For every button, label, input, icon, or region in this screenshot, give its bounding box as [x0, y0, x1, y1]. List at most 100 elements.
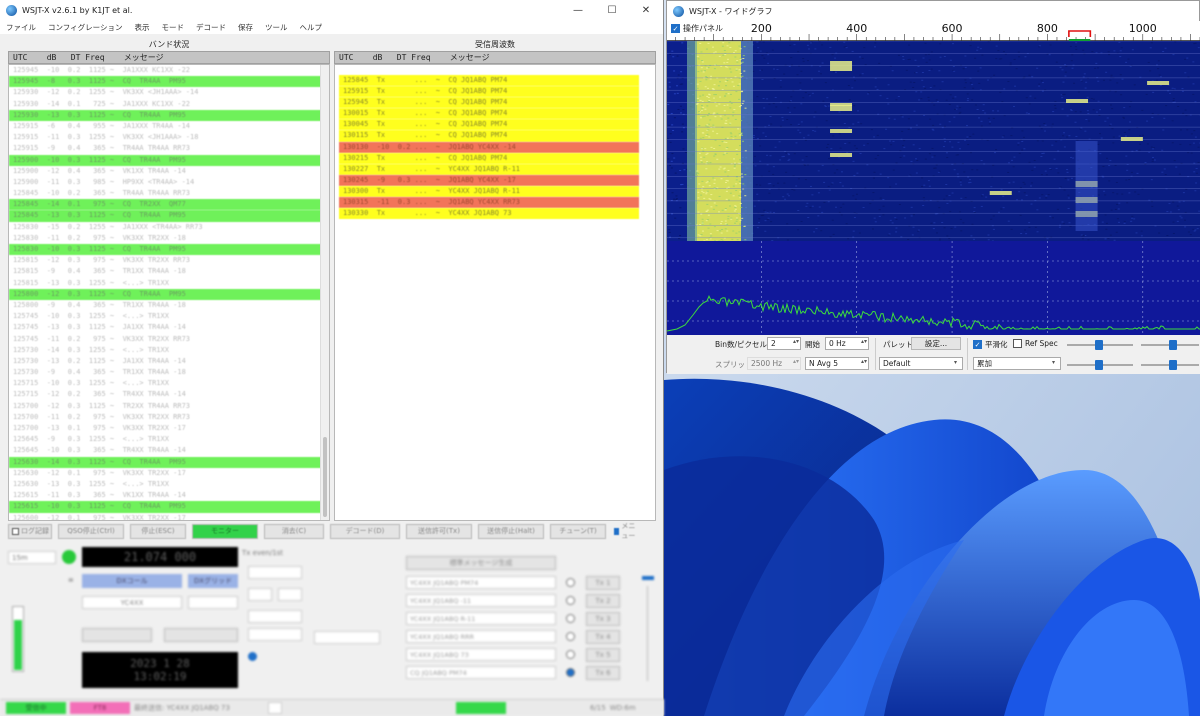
band-activity-row[interactable]: 125900 -11 0.3 985 ~ HP9XX <TR4AA> -14 [9, 177, 329, 188]
decode-button[interactable]: デコード(D) [330, 523, 400, 539]
menu-decode[interactable]: デコード [196, 22, 226, 33]
rx-frequency-row[interactable]: 130300 Tx ... ~ YC4XX JQ1ABQ R-11 [339, 185, 639, 198]
tune-button[interactable]: チューン(T) [550, 523, 606, 539]
tx-even-first-checkbox[interactable]: Tx even/1st [242, 549, 312, 557]
rx-frequency-row[interactable]: 130245 -9 0.3 ... ~ JQ1ABQ YC4XX -17 [339, 174, 639, 186]
rx-frequency-row[interactable]: 130215 Tx ... ~ CQ JQ1ABQ PM74 [339, 152, 639, 164]
palette-dropdown[interactable]: Default [879, 357, 963, 370]
waterfall-display[interactable] [667, 41, 1200, 241]
band-activity-row[interactable]: 125800 -9 0.4 365 ~ TR1XX TR4AA -18 [9, 300, 329, 311]
rx-frequency-list[interactable]: 125845 Tx ... ~ CQ JQ1ABQ PM74 125915 Tx … [334, 64, 656, 521]
band-activity-row[interactable]: 125715 -12 0.2 365 ~ TR4XX TR4AA -14 [9, 389, 329, 400]
band-activity-row[interactable]: 125800 -12 0.3 1125 ~ CQ TR4AA PM95 [9, 288, 329, 300]
band-activity-row[interactable]: 125700 -11 0.2 975 ~ VK3XX TR2XX RR73 [9, 412, 329, 423]
band-activity-row[interactable]: 125945 -8 0.3 1125 ~ CQ TR4AA PM95 [9, 76, 329, 88]
band-activity-row[interactable]: 125730 -9 0.4 365 ~ TR1XX TR4AA -18 [9, 367, 329, 378]
spec-zero-slider-handle[interactable] [1169, 360, 1177, 370]
band-activity-row[interactable]: 125815 -12 0.3 975 ~ VK3XX TR2XX RR73 [9, 255, 329, 266]
lookup-button[interactable] [82, 628, 152, 642]
monitor-button[interactable]: モニター [192, 523, 258, 539]
band-activity-row[interactable]: 125815 -9 0.4 365 ~ TR1XX TR4AA -18 [9, 266, 329, 277]
palette-settings-button[interactable]: 設定... [911, 337, 961, 350]
tx-send-button[interactable]: Tx 4 [586, 630, 620, 644]
tx-select-radio[interactable] [566, 632, 575, 641]
band-activity-row[interactable]: 125615 -11 0.3 365 ~ VK1XX TR4AA -14 [9, 490, 329, 501]
band-activity-row[interactable]: 125845 -13 0.3 1125 ~ CQ TR4AA PM95 [9, 210, 329, 222]
band-activity-row[interactable]: 125830 -15 0.2 1255 ~ JA1XXX <TR4AA> RR7… [9, 222, 329, 233]
rx-frequency-row[interactable]: 125915 Tx ... ~ CQ JQ1ABQ PM74 [339, 86, 639, 98]
band-activity-row[interactable]: 125815 -13 0.3 1255 ~ <...> TR1XX [9, 278, 329, 289]
tx-send-button[interactable]: Tx 6 [586, 666, 620, 680]
tx-message-field[interactable]: YC4XX JQ1ABQ RRR [406, 630, 556, 643]
band-activity-row[interactable]: 125930 -14 0.1 725 ~ JA1XXX KC1XX -22 [9, 99, 329, 110]
band-selector[interactable]: 15m [8, 551, 56, 564]
tx-message-field[interactable]: YC4XX JQ1ABQ 73 [406, 648, 556, 661]
rx-frequency-row[interactable]: 130330 Tx ... ~ YC4XX JQ1ABQ 73 [339, 208, 639, 220]
rx-frequency-row[interactable]: 130115 Tx ... ~ CQ JQ1ABQ PM74 [339, 130, 639, 142]
rx-frequency-row[interactable]: 130045 Tx ... ~ CQ JQ1ABQ PM74 [339, 119, 639, 131]
band-activity-row[interactable]: 125915 -9 0.4 365 ~ TR4AA TR4AA RR73 [9, 143, 329, 154]
band-activity-row[interactable]: 125830 -11 0.2 975 ~ VK3XX TR2XX -18 [9, 233, 329, 244]
band-activity-row[interactable]: 125945 -10 0.2 1125 ~ JA1XXX KC1XX -22 [9, 65, 329, 76]
tx-select-radio[interactable] [566, 596, 575, 605]
menu-mode[interactable]: モード [161, 22, 184, 33]
tx-send-button[interactable]: Tx 5 [586, 648, 620, 662]
rx-frequency-row[interactable]: 130315 -11 0.3 ... ~ JQ1ABQ YC4XX RR73 [339, 197, 639, 209]
stop-button[interactable]: 停止(ESC) [130, 523, 186, 539]
menu-configuration[interactable]: コンフィグレーション [48, 22, 122, 33]
generate-std-msgs-button[interactable]: 標準メッセージ生成 [406, 556, 556, 570]
menu-file[interactable]: ファイル [6, 22, 36, 33]
cq-selector[interactable] [314, 631, 380, 644]
tx-select-radio[interactable] [566, 578, 575, 587]
dx-grid-input[interactable] [188, 596, 238, 609]
band-activity-row[interactable]: 125645 -9 0.3 1255 ~ <...> TR1XX [9, 434, 329, 445]
rx-frequency-row[interactable]: 130227 Tx ... ~ YC4XX JQ1ABQ R-11 [339, 163, 639, 175]
halt-tx-button[interactable]: 送信停止(Halt) [478, 523, 544, 539]
band-activity-row[interactable]: 125845 -14 0.1 975 ~ CQ TR2XX QM77 [9, 199, 329, 211]
close-button[interactable]: ✕ [629, 0, 663, 20]
n-avg-spinbox[interactable]: N Avg 5 [805, 357, 869, 370]
band-activity-row[interactable]: 125745 -13 0.3 1125 ~ JA1XX TR4AA -14 [9, 322, 329, 333]
band-activity-row[interactable]: 125715 -10 0.3 1255 ~ <...> TR1XX [9, 378, 329, 389]
spectrum-display[interactable] [666, 241, 1200, 335]
tx-message-field[interactable]: YC4XX JQ1ABQ R-11 [406, 612, 556, 625]
menu-toggle[interactable]: メニュー [612, 522, 640, 540]
band-activity-row[interactable]: 125915 -11 0.3 1255 ~ VK3XX <JH1AAA> -18 [9, 132, 329, 143]
tx-message-field[interactable]: CQ JQ1ABQ PM74 [406, 666, 556, 679]
minimize-button[interactable]: — [561, 0, 595, 20]
band-activity-row[interactable]: 125930 -13 0.3 1125 ~ CQ TR4AA PM95 [9, 109, 329, 121]
dx-call-input[interactable]: YC4XX [82, 596, 182, 609]
band-activity-list[interactable]: 125945 -10 0.2 1125 ~ JA1XXX KC1XX -22 12… [8, 64, 330, 521]
band-activity-row[interactable]: 125930 -12 0.2 1255 ~ VK3XX <JH1AAA> -14 [9, 87, 329, 98]
add-button[interactable] [164, 628, 238, 642]
rx-frequency-row[interactable]: 130015 Tx ... ~ CQ JQ1ABQ PM74 [339, 108, 639, 120]
band-activity-row[interactable]: 125630 -13 0.3 1255 ~ <...> TR1XX [9, 479, 329, 490]
band-activity-row[interactable]: 125915 -6 0.4 955 ~ JA1XXX TR4AA -14 [9, 121, 329, 132]
tx-send-button[interactable]: Tx 3 [586, 612, 620, 626]
menu-help[interactable]: ヘルプ [299, 22, 322, 33]
enable-tx-button[interactable]: 送信許可(Tx) [406, 523, 472, 539]
tx-message-field[interactable]: YC4XX JQ1ABQ -11 [406, 594, 556, 607]
menu-save[interactable]: 保存 [238, 22, 253, 33]
tx-send-button[interactable]: Tx 2 [586, 594, 620, 608]
band-activity-row[interactable]: 125730 -14 0.3 1255 ~ <...> TR1XX [9, 345, 329, 356]
tx-select-radio[interactable] [566, 668, 575, 677]
maximize-button[interactable]: ☐ [595, 0, 629, 20]
ref-spec-checkbox[interactable]: Ref Spec [1013, 339, 1058, 348]
tx-select-radio[interactable] [566, 650, 575, 659]
erase-button[interactable]: 消去(C) [264, 523, 324, 539]
rx-frequency-row[interactable]: 125945 Tx ... ~ CQ JQ1ABQ PM74 [339, 97, 639, 109]
band-activity-row[interactable]: 125630 -14 0.3 1125 ~ CQ TR4AA PM95 [9, 456, 329, 468]
menu-tools[interactable]: ツール [265, 22, 288, 33]
band-activity-row[interactable]: 125630 -12 0.1 975 ~ VK3XX TR2XX -17 [9, 468, 329, 479]
spectrum-mode-dropdown[interactable]: 累加 [973, 357, 1061, 370]
band-activity-row[interactable]: 125900 -12 0.4 365 ~ VK1XX TR4AA -14 [9, 166, 329, 177]
band-activity-row[interactable]: 125830 -10 0.3 1125 ~ CQ TR4AA PM95 [9, 244, 329, 256]
tx-select-radio[interactable] [566, 614, 575, 623]
band-activity-row[interactable]: 125700 -13 0.1 975 ~ VK3XX TR2XX -17 [9, 423, 329, 434]
band-activity-row[interactable]: 125730 -13 0.2 1125 ~ JA1XX TR4AA -14 [9, 356, 329, 367]
tx-send-button[interactable]: Tx 1 [586, 576, 620, 590]
band-activity-row[interactable]: 125645 -10 0.3 365 ~ TR4XX TR4AA -14 [9, 445, 329, 456]
menu-view[interactable]: 表示 [134, 22, 149, 33]
band-activity-row[interactable]: 125845 -10 0.2 365 ~ TR4AA TR4AA RR73 [9, 188, 329, 199]
